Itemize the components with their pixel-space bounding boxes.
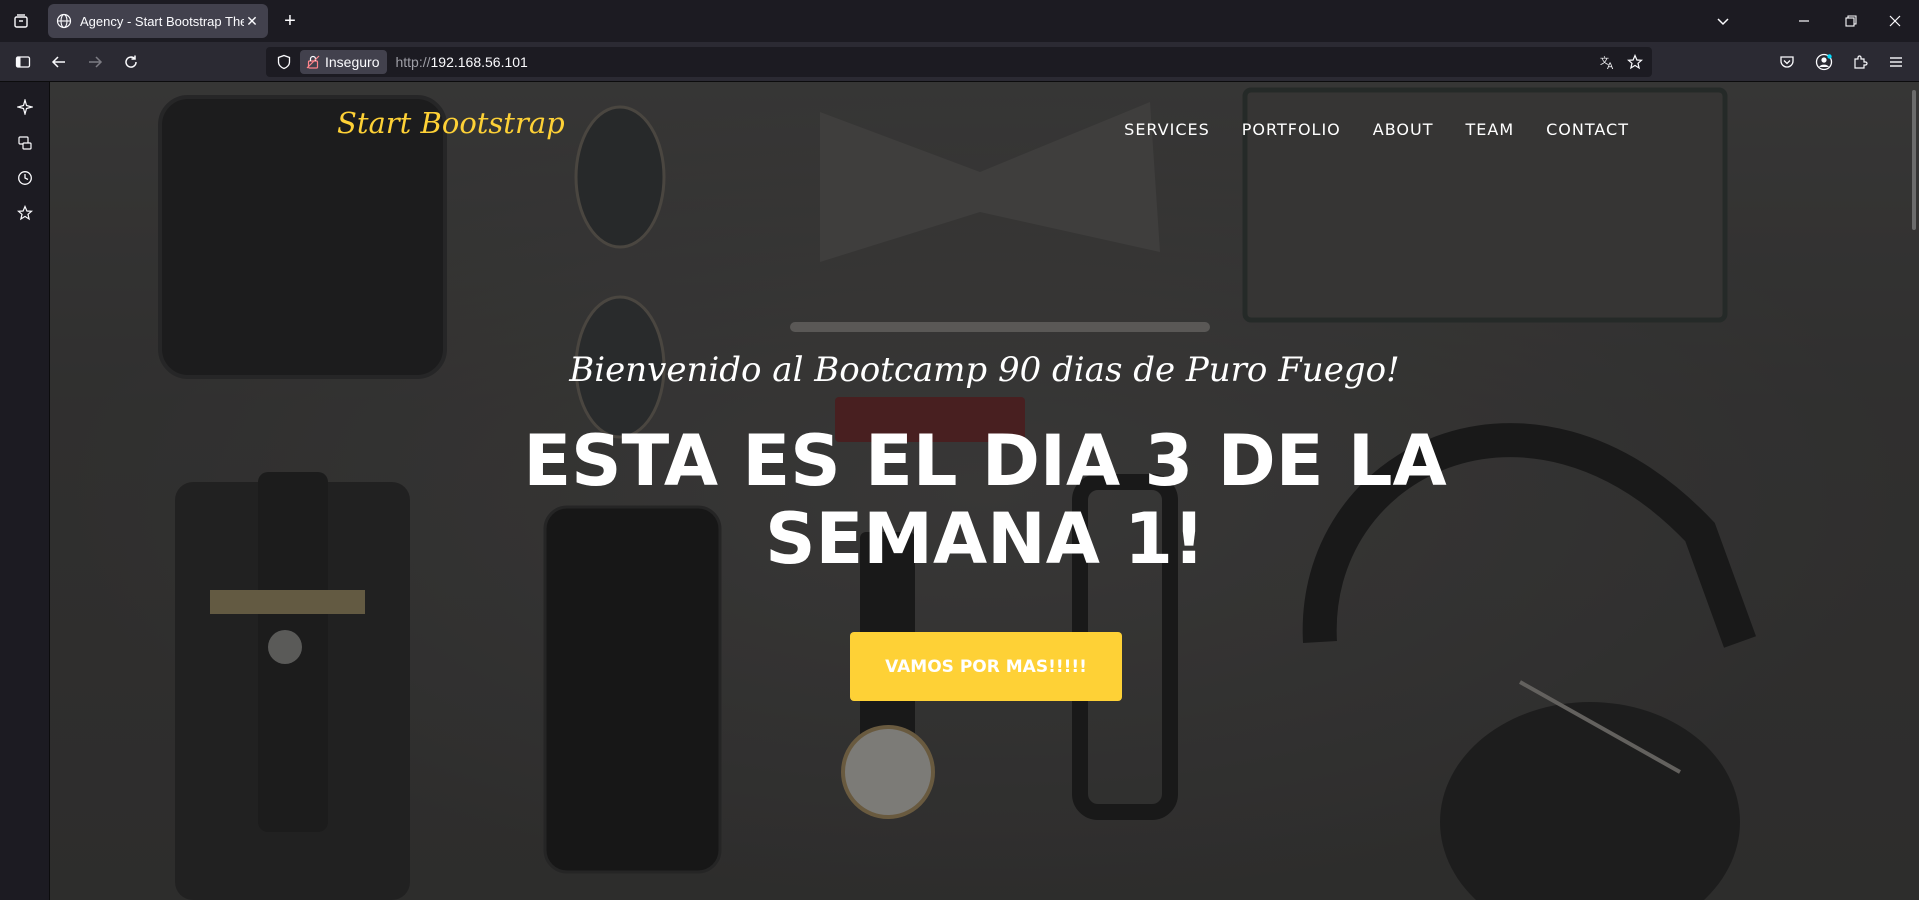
url-host: 192.168.56.101	[430, 54, 528, 70]
url-bar[interactable]: Inseguro http://192.168.56.101 文A	[266, 47, 1652, 77]
browser-tab[interactable]: Agency - Start Bootstrap Theme ✕	[48, 4, 268, 38]
main-nav: SERVICES PORTFOLIO ABOUT TEAM CONTACT	[1124, 120, 1629, 139]
plus-icon[interactable]: +	[280, 11, 300, 31]
nav-team[interactable]: TEAM	[1465, 120, 1514, 139]
globe-icon	[56, 13, 72, 29]
bookmarks-star-icon[interactable]	[14, 202, 36, 224]
security-badge[interactable]: Inseguro	[300, 50, 388, 74]
minimize-icon[interactable]	[1794, 11, 1814, 31]
hero-subheading: Bienvenido al Bootcamp 90 dias de Puro F…	[569, 350, 1400, 390]
chevron-down-icon[interactable]	[1713, 11, 1733, 31]
svg-text:A: A	[1607, 62, 1614, 70]
close-icon[interactable]: ✕	[244, 13, 260, 29]
tab-bar: Agency - Start Bootstrap Theme ✕ +	[0, 0, 1919, 42]
reload-icon[interactable]	[120, 51, 142, 73]
translate-icon[interactable]: 文A	[1596, 51, 1618, 73]
hamburger-icon[interactable]	[1885, 51, 1907, 73]
window-close-icon[interactable]	[1885, 11, 1905, 31]
tab-title: Agency - Start Bootstrap Theme	[80, 13, 244, 29]
nav-services[interactable]: SERVICES	[1124, 120, 1210, 139]
tab-list-icon[interactable]	[10, 10, 32, 32]
hero-heading: ESTA ES EL DIA 3 DE LA SEMANA 1!	[523, 420, 1447, 580]
back-arrow-icon[interactable]	[48, 51, 70, 73]
pocket-icon[interactable]	[1776, 51, 1798, 73]
browser-sidebar	[0, 82, 50, 900]
url-scheme: http://	[395, 54, 431, 70]
nav-about[interactable]: ABOUT	[1373, 120, 1434, 139]
account-icon[interactable]	[1813, 51, 1835, 73]
sidebar-icon[interactable]	[12, 51, 34, 73]
brand-logo[interactable]: Start Bootstrap	[337, 106, 565, 140]
history-icon[interactable]	[14, 167, 36, 189]
cta-button[interactable]: VAMOS POR MAS!!!!!	[850, 632, 1122, 701]
page-viewport: Start Bootstrap SERVICES PORTFOLIO ABOUT…	[50, 82, 1919, 900]
puzzle-icon[interactable]	[1849, 51, 1871, 73]
shield-icon[interactable]	[276, 54, 292, 70]
security-label: Inseguro	[325, 54, 380, 70]
navigation-toolbar: Inseguro http://192.168.56.101 文A	[0, 42, 1919, 82]
url-text[interactable]: http://192.168.56.101	[395, 54, 527, 70]
restore-icon[interactable]	[1841, 11, 1861, 31]
nav-contact[interactable]: CONTACT	[1546, 120, 1629, 139]
star-icon[interactable]	[1624, 51, 1646, 73]
synced-tabs-icon[interactable]	[14, 132, 36, 154]
nav-portfolio[interactable]: PORTFOLIO	[1242, 120, 1341, 139]
lock-icon	[306, 55, 320, 69]
ai-sparkle-icon[interactable]	[14, 96, 36, 118]
forward-arrow-icon[interactable]	[84, 51, 106, 73]
page-scrollbar[interactable]	[1912, 90, 1916, 230]
